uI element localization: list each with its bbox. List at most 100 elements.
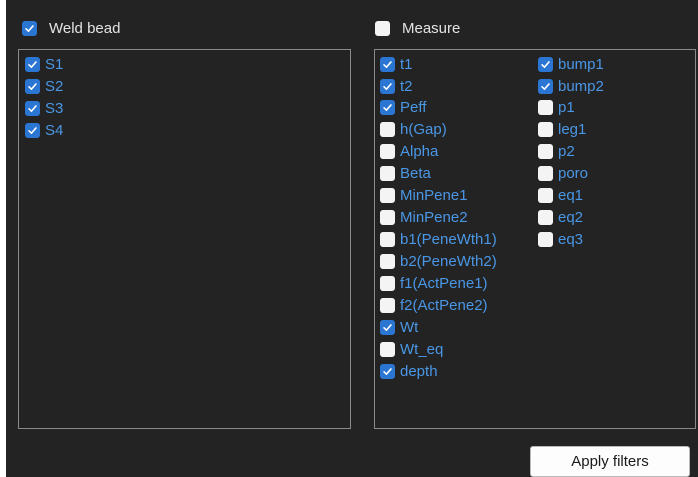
measure-item-eq3[interactable]: eq3 [538, 228, 583, 250]
leg1-label: leg1 [558, 120, 587, 138]
eq3-checkbox[interactable] [538, 231, 553, 247]
b2-checkbox[interactable] [380, 253, 395, 269]
measure-item-b2[interactable]: b2(PeneWth2) [380, 250, 497, 272]
list-item-s2[interactable]: S2 [25, 75, 63, 97]
weld-bead-checkbox[interactable] [22, 21, 37, 36]
measure-label: Measure [402, 20, 461, 37]
bump2-label: bump2 [558, 77, 604, 95]
apply-filters-button[interactable]: Apply filters [530, 446, 690, 477]
b1-checkbox[interactable] [380, 231, 395, 247]
t1-checkbox[interactable] [380, 56, 395, 72]
measure-item-wt-eq[interactable]: Wt_eq [380, 338, 443, 360]
measure-item-p1[interactable]: p1 [538, 96, 575, 118]
p2-label: p2 [558, 142, 575, 160]
measure-item-t1[interactable]: t1 [380, 53, 413, 75]
eq3-label: eq3 [558, 230, 584, 248]
peff-checkbox[interactable] [380, 99, 395, 115]
s4-label: S4 [45, 121, 64, 139]
f2-label: f2(ActPene2) [400, 296, 488, 314]
measure-item-bump2[interactable]: bump2 [538, 75, 604, 97]
beta-checkbox[interactable] [380, 165, 395, 181]
checkmark-icon [28, 104, 37, 112]
s3-checkbox[interactable] [25, 100, 40, 116]
alpha-checkbox[interactable] [380, 143, 395, 159]
checkmark-icon [28, 126, 37, 134]
list-item-s4[interactable]: S4 [25, 119, 63, 141]
p1-checkbox[interactable] [538, 99, 553, 115]
checkmark-icon [541, 82, 550, 90]
t2-checkbox[interactable] [380, 78, 395, 94]
measure-item-f2[interactable]: f2(ActPene2) [380, 294, 488, 316]
checkmark-icon [541, 60, 550, 68]
b2-label: b2(PeneWth2) [400, 252, 497, 270]
s1-checkbox[interactable] [25, 56, 40, 72]
s4-checkbox[interactable] [25, 122, 40, 138]
b1-label: b1(PeneWth1) [400, 230, 497, 248]
alpha-label: Alpha [400, 142, 439, 160]
measure-item-h-gap[interactable]: h(Gap) [380, 118, 447, 140]
wt-label: Wt [400, 318, 419, 336]
measure-item-bump1[interactable]: bump1 [538, 53, 604, 75]
measure-item-eq2[interactable]: eq2 [538, 206, 583, 228]
measure-checkbox[interactable] [375, 21, 390, 36]
checkmark-icon [383, 323, 392, 331]
measure-item-eq1[interactable]: eq1 [538, 184, 583, 206]
checkmark-icon [25, 25, 34, 32]
bump1-label: bump1 [558, 55, 604, 73]
bump2-checkbox[interactable] [538, 78, 553, 94]
filter-panel: Weld bead Measure S1 S2 S3 S4 t1 t2 Peff… [6, 0, 698, 477]
s2-checkbox[interactable] [25, 78, 40, 94]
measure-item-wt[interactable]: Wt [380, 316, 418, 338]
poro-checkbox[interactable] [538, 165, 553, 181]
list-item-s1[interactable]: S1 [25, 53, 63, 75]
f2-checkbox[interactable] [380, 297, 395, 313]
checkmark-icon [383, 367, 392, 375]
wt-eq-checkbox[interactable] [380, 341, 395, 357]
poro-label: poro [558, 164, 589, 182]
measure-item-beta[interactable]: Beta [380, 162, 431, 184]
measure-item-minpene1[interactable]: MinPene1 [380, 184, 468, 206]
measure-item-poro[interactable]: poro [538, 162, 588, 184]
weld-bead-label: Weld bead [49, 20, 121, 37]
weld-bead-header[interactable]: Weld bead [22, 20, 120, 37]
checkmark-icon [28, 60, 37, 68]
list-item-s3[interactable]: S3 [25, 97, 63, 119]
p1-label: p1 [558, 98, 575, 116]
s2-label: S2 [45, 77, 64, 95]
measure-item-p2[interactable]: p2 [538, 140, 575, 162]
measure-header[interactable]: Measure [375, 20, 460, 37]
f1-checkbox[interactable] [380, 275, 395, 291]
s3-label: S3 [45, 99, 64, 117]
minpene1-label: MinPene1 [400, 186, 468, 204]
t2-label: t2 [400, 77, 413, 95]
weld-bead-list[interactable]: S1 S2 S3 S4 [18, 49, 351, 429]
measure-item-leg1[interactable]: leg1 [538, 118, 586, 140]
depth-label: depth [400, 362, 438, 380]
measure-item-b1[interactable]: b1(PeneWth1) [380, 228, 497, 250]
eq2-label: eq2 [558, 208, 584, 226]
s1-label: S1 [45, 55, 64, 73]
h-gap-checkbox[interactable] [380, 121, 395, 137]
measure-item-f1[interactable]: f1(ActPene1) [380, 272, 488, 294]
measure-item-minpene2[interactable]: MinPene2 [380, 206, 468, 228]
leg1-checkbox[interactable] [538, 121, 553, 137]
eq1-checkbox[interactable] [538, 187, 553, 203]
measure-item-peff[interactable]: Peff [380, 96, 426, 118]
measure-item-t2[interactable]: t2 [380, 75, 413, 97]
eq2-checkbox[interactable] [538, 209, 553, 225]
beta-label: Beta [400, 164, 431, 182]
h-gap-label: h(Gap) [400, 120, 447, 138]
f1-label: f1(ActPene1) [400, 274, 488, 292]
bump1-checkbox[interactable] [538, 56, 553, 72]
peff-label: Peff [400, 98, 427, 116]
minpene1-checkbox[interactable] [380, 187, 395, 203]
checkmark-icon [383, 60, 392, 68]
measure-item-alpha[interactable]: Alpha [380, 140, 438, 162]
depth-checkbox[interactable] [380, 363, 395, 379]
wt-checkbox[interactable] [380, 319, 395, 335]
p2-checkbox[interactable] [538, 143, 553, 159]
minpene2-checkbox[interactable] [380, 209, 395, 225]
measure-item-depth[interactable]: depth [380, 360, 438, 382]
measure-list[interactable]: t1 t2 Peff h(Gap) Alpha Beta MinPene1 Mi… [374, 49, 696, 429]
checkmark-icon [28, 82, 37, 90]
